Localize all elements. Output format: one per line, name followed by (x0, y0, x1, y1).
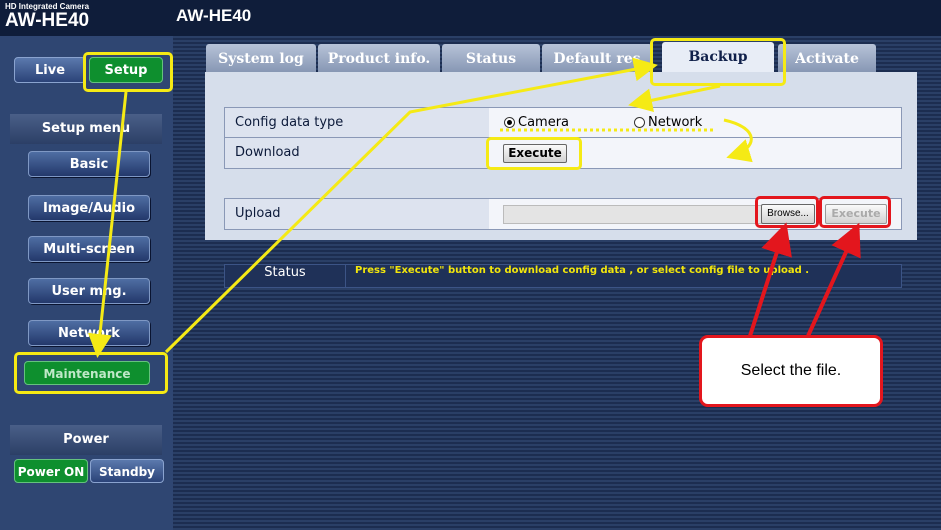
tab-product-info[interactable]: Product info. (318, 44, 440, 72)
radio-network-circle (634, 117, 645, 128)
tab-backup[interactable]: Backup (662, 42, 774, 74)
tab-system-log-label: System log (218, 51, 304, 67)
menu-multi-screen-label: Multi-screen (43, 242, 135, 257)
config-type-row: Config data type Camera Network (224, 107, 902, 139)
menu-maintenance-button[interactable]: Maintenance (24, 361, 150, 385)
tab-product-info-label: Product info. (327, 51, 431, 67)
download-value: Execute (489, 138, 901, 168)
tab-activate[interactable]: Activate (778, 44, 876, 72)
menu-image-audio-label: Image/Audio (42, 201, 136, 216)
radio-network[interactable]: Network (634, 115, 702, 130)
menu-image-audio-button[interactable]: Image/Audio (28, 195, 150, 221)
tab-status-label: Status (465, 51, 517, 67)
callout-text: Select the file. (740, 362, 842, 379)
upload-execute-button[interactable]: Execute (825, 204, 887, 224)
radio-camera-circle (504, 117, 515, 128)
radio-network-label: Network (648, 115, 703, 130)
tab-default-reset-label: Default res (553, 51, 641, 67)
radio-camera[interactable]: Camera (504, 115, 569, 130)
menu-network-button[interactable]: Network (28, 320, 150, 346)
radio-camera-label: Camera (518, 115, 570, 130)
status-bar: Status Press "Execute" button to downloa… (224, 264, 902, 288)
callout-box: Select the file. (699, 335, 883, 407)
menu-user-mng-label: User mng. (51, 284, 127, 299)
standby-label: Standby (98, 465, 156, 479)
menu-basic-button[interactable]: Basic (28, 151, 150, 177)
power-heading: Power (10, 425, 162, 455)
download-label: Download (225, 138, 489, 168)
menu-user-mng-button[interactable]: User mng. (28, 278, 150, 304)
upload-row: Upload Browse... Execute (224, 198, 902, 230)
menu-basic-label: Basic (69, 157, 109, 172)
setup-button[interactable]: Setup (89, 57, 163, 83)
tab-activate-label: Activate (795, 51, 859, 67)
upload-file-input[interactable] (503, 205, 763, 224)
live-label: Live (34, 63, 66, 78)
tab-backup-label: Backup (688, 49, 748, 65)
tab-status[interactable]: Status (442, 44, 540, 72)
config-type-value: Camera Network (489, 108, 901, 138)
brand-model: AW-HE40 (5, 10, 90, 31)
upload-value: Browse... Execute (489, 199, 901, 229)
standby-button[interactable]: Standby (90, 459, 164, 483)
top-bar: HD Integrated Camera AW-HE40 AW-HE40 (0, 0, 941, 36)
browse-button[interactable]: Browse... (761, 204, 815, 224)
setup-menu-heading: Setup menu (10, 114, 162, 144)
menu-multi-screen-button[interactable]: Multi-screen (28, 236, 150, 262)
download-execute-button[interactable]: Execute (503, 144, 567, 163)
download-row: Download Execute (224, 137, 902, 169)
config-type-label: Config data type (225, 108, 489, 138)
menu-maintenance-label: Maintenance (43, 367, 131, 381)
page-title: AW-HE40 (176, 6, 252, 25)
menu-network-label: Network (58, 326, 120, 341)
live-button[interactable]: Live (14, 57, 86, 83)
power-on-button[interactable]: Power ON (14, 459, 88, 483)
status-label: Status (225, 265, 346, 287)
status-message: Press "Execute" button to download confi… (355, 265, 810, 276)
tab-default-reset[interactable]: Default res (542, 44, 652, 72)
power-on-label: Power ON (17, 465, 85, 479)
tab-system-log[interactable]: System log (206, 44, 316, 72)
upload-label: Upload (225, 199, 489, 229)
setup-label: Setup (104, 63, 148, 78)
